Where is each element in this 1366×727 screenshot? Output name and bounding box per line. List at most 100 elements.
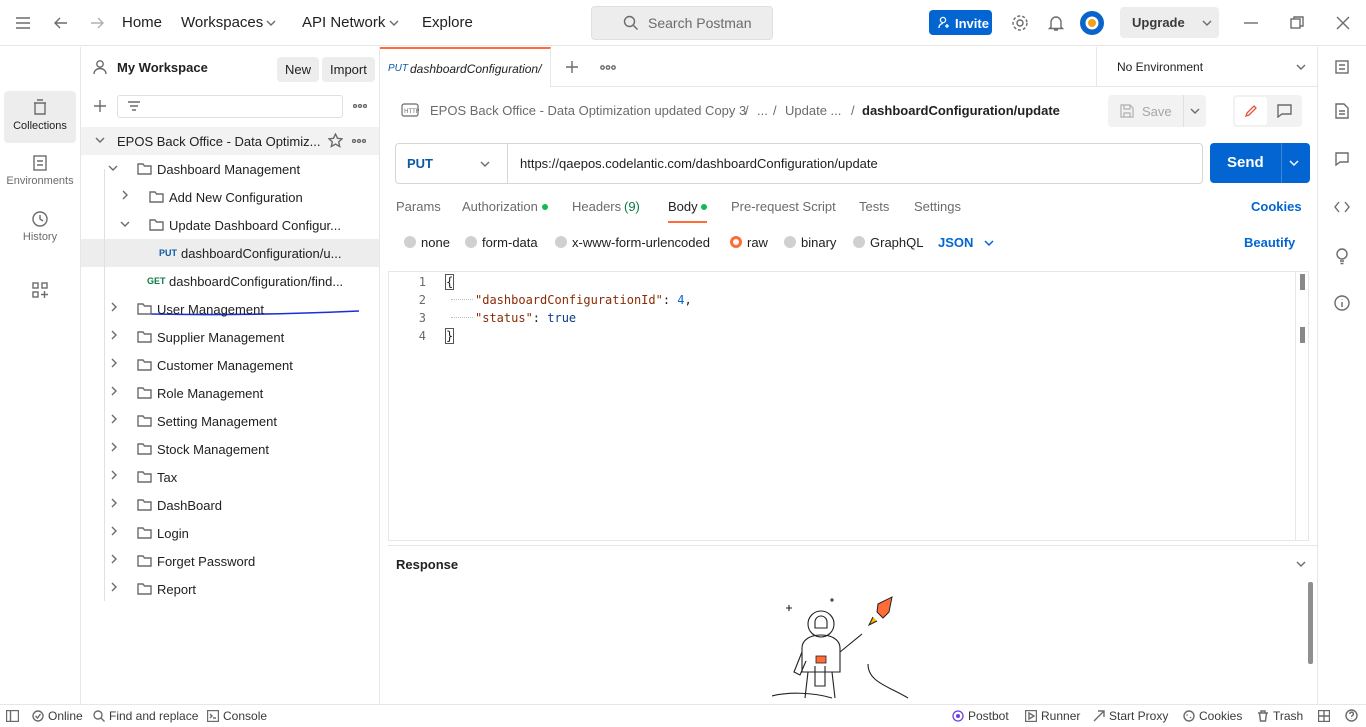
nav-home[interactable]: Home <box>122 14 162 31</box>
request-tab[interactable]: PUT dashboardConfiguration/ <box>380 47 551 87</box>
folder-row[interactable]: Add New Configuration <box>81 183 379 211</box>
upgrade-button[interactable]: Upgrade <box>1120 7 1219 38</box>
more-options-icon[interactable] <box>352 139 366 143</box>
console-button[interactable]: Console <box>223 709 267 723</box>
save-button[interactable]: Save <box>1108 95 1206 127</box>
chevron-down-icon[interactable] <box>1202 19 1212 27</box>
minimize-icon[interactable] <box>1244 22 1258 24</box>
folder-row[interactable]: Forget Password <box>81 547 379 575</box>
nav-api-network[interactable]: API Network <box>302 14 385 31</box>
rail-more[interactable] <box>4 273 76 307</box>
folder-row[interactable]: Supplier Management <box>81 323 379 351</box>
tab-settings[interactable]: Settings <box>914 199 961 214</box>
folder-row[interactable]: Role Management <box>81 379 379 407</box>
more-options-icon[interactable] <box>353 104 367 108</box>
tab-authorization[interactable]: Authorization <box>462 199 538 214</box>
request-row[interactable]: GET dashboardConfiguration/find... <box>81 267 379 295</box>
environment-quick-look-icon[interactable] <box>1334 59 1350 75</box>
trash-button[interactable]: Trash <box>1273 709 1303 723</box>
code-icon[interactable] <box>1334 200 1350 214</box>
restore-icon[interactable] <box>1290 16 1304 30</box>
breadcrumb-ellipsis[interactable]: ... <box>757 103 768 118</box>
radio-none[interactable] <box>404 236 416 248</box>
folder-row[interactable]: User Management <box>81 295 379 323</box>
folder-row[interactable]: Report <box>81 575 379 603</box>
chevron-down-icon[interactable] <box>1190 107 1200 115</box>
back-arrow-icon[interactable] <box>53 15 69 31</box>
sidebar-toggle-icon[interactable] <box>6 710 19 722</box>
send-button[interactable]: Send <box>1210 143 1310 183</box>
forward-arrow-icon[interactable] <box>89 15 105 31</box>
rail-history[interactable]: History <box>4 204 76 256</box>
radio-binary[interactable] <box>784 236 796 248</box>
method-select[interactable]: PUT <box>396 144 508 183</box>
star-icon[interactable] <box>328 133 343 148</box>
url-input[interactable]: https://qaepos.codelantic.com/dashboardC… <box>520 156 878 171</box>
cookies-button[interactable]: Cookies <box>1199 709 1242 723</box>
add-collection-icon[interactable] <box>93 99 107 113</box>
body-editor[interactable]: 1 2 3 4 { "dashboardConfigurationId": 4,… <box>388 271 1309 541</box>
documentation-icon[interactable] <box>1335 103 1349 119</box>
response-scrollbar[interactable] <box>1308 582 1313 664</box>
folder-row[interactable]: Setting Management <box>81 407 379 435</box>
format-select[interactable]: JSON <box>938 235 973 250</box>
folder-row[interactable]: Update Dashboard Configur... <box>81 211 379 239</box>
tab-params[interactable]: Params <box>396 199 441 214</box>
environment-selector[interactable]: No Environment <box>1096 47 1317 87</box>
radio-raw[interactable] <box>730 236 742 248</box>
tab-tests[interactable]: Tests <box>859 199 889 214</box>
collection-row[interactable]: EPOS Back Office - Data Optimiz... <box>81 127 379 155</box>
edit-mode-button[interactable] <box>1235 97 1267 125</box>
folder-row[interactable]: Dashboard Management <box>81 155 379 183</box>
invite-button[interactable]: Invite <box>929 10 992 35</box>
scroll-thumb[interactable] <box>1300 274 1305 290</box>
tab-options-icon[interactable] <box>600 65 616 70</box>
layout-icon[interactable] <box>1318 710 1330 722</box>
settings-gear-icon[interactable] <box>1011 14 1029 32</box>
chevron-down-icon[interactable] <box>1289 159 1299 167</box>
folder-row[interactable]: Customer Management <box>81 351 379 379</box>
postbot-button[interactable]: Postbot <box>968 709 1009 723</box>
lightbulb-icon[interactable] <box>1334 247 1350 265</box>
radio-graphql[interactable] <box>853 236 865 248</box>
folder-row[interactable]: Stock Management <box>81 435 379 463</box>
menu-icon[interactable] <box>14 15 32 31</box>
comment-mode-icon[interactable] <box>1277 104 1292 118</box>
breadcrumb-request[interactable]: dashboardConfiguration/update <box>862 103 1060 118</box>
breadcrumb-folder[interactable]: Update ... <box>785 103 841 118</box>
nav-workspaces[interactable]: Workspaces <box>181 14 263 31</box>
new-tab-plus-icon[interactable] <box>565 60 579 74</box>
breadcrumb-collection[interactable]: EPOS Back Office - Data Optimization upd… <box>430 103 746 118</box>
chevron-down-icon[interactable] <box>984 239 994 247</box>
response-label[interactable]: Response <box>396 557 458 572</box>
search-input[interactable]: Search Postman <box>591 6 773 40</box>
cookies-link[interactable]: Cookies <box>1251 199 1302 214</box>
notification-bell-icon[interactable] <box>1047 14 1065 32</box>
import-button[interactable]: Import <box>322 57 375 82</box>
request-row-selected[interactable]: PUT dashboardConfiguration/u... <box>81 239 379 267</box>
nav-explore[interactable]: Explore <box>422 14 473 31</box>
radio-urlencoded[interactable] <box>555 236 567 248</box>
workspace-name[interactable]: My Workspace <box>117 60 208 75</box>
chevron-down-icon[interactable] <box>1296 560 1306 568</box>
rail-collections[interactable]: Collections <box>4 91 76 143</box>
folder-row[interactable]: DashBoard <box>81 491 379 519</box>
close-icon[interactable] <box>1336 16 1350 30</box>
help-icon[interactable] <box>1345 709 1358 722</box>
start-proxy-button[interactable]: Start Proxy <box>1109 709 1168 723</box>
tab-pre-request-script[interactable]: Pre-request Script <box>731 199 836 214</box>
folder-row[interactable]: Tax <box>81 463 379 491</box>
find-replace-button[interactable]: Find and replace <box>109 709 198 723</box>
folder-row[interactable]: Login <box>81 519 379 547</box>
new-button[interactable]: New <box>277 57 320 82</box>
status-online[interactable]: Online <box>48 709 83 723</box>
filter-input[interactable] <box>117 95 343 118</box>
tab-headers[interactable]: Headers <box>572 199 621 214</box>
runner-button[interactable]: Runner <box>1041 709 1080 723</box>
comments-icon[interactable] <box>1334 151 1350 167</box>
tab-body[interactable]: Body <box>668 199 698 214</box>
beautify-link[interactable]: Beautify <box>1244 235 1295 250</box>
info-icon[interactable] <box>1334 295 1350 311</box>
editor-scrollbar[interactable] <box>1295 272 1309 540</box>
avatar[interactable] <box>1079 10 1105 36</box>
